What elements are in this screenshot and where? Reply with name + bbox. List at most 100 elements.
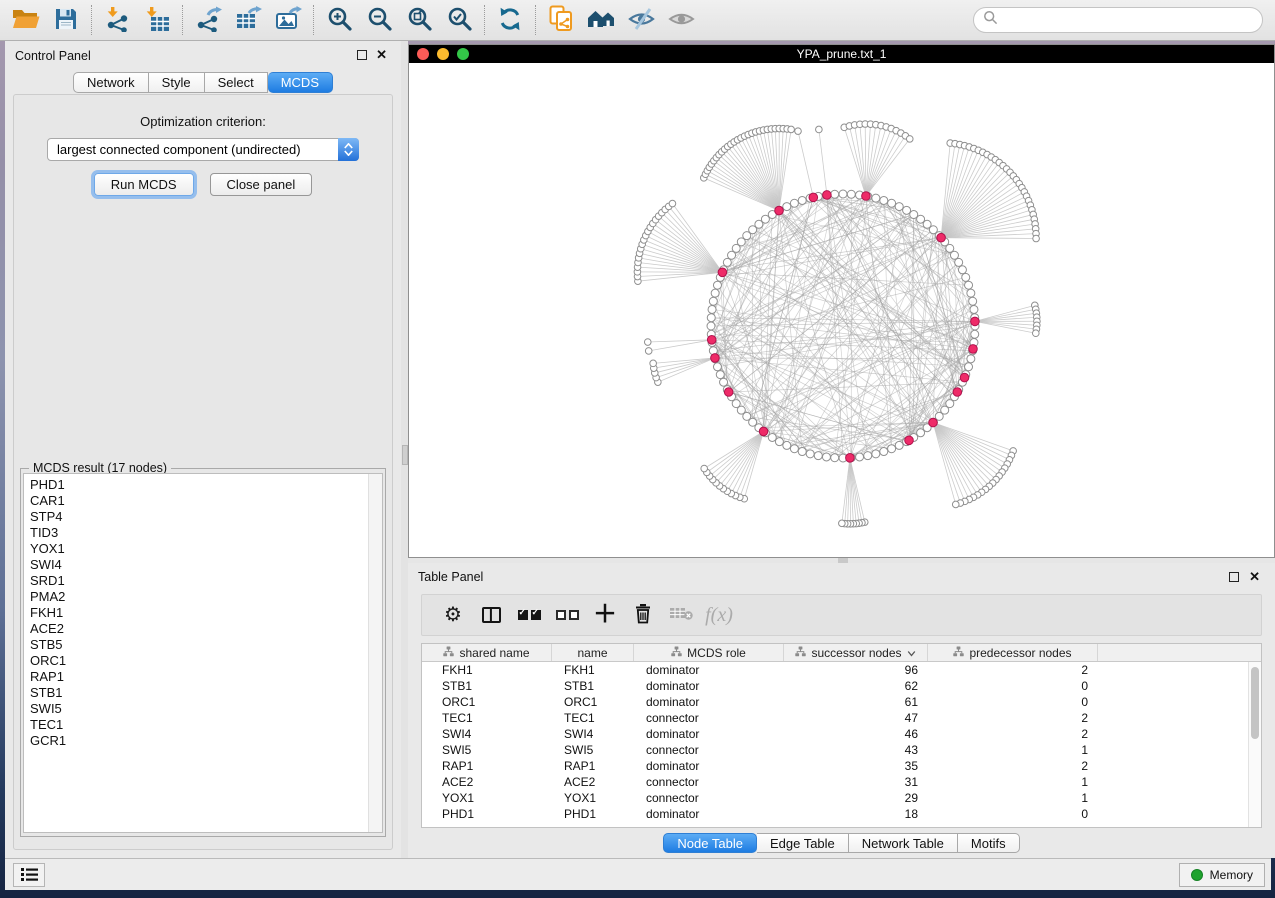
graph-node[interactable] <box>831 454 839 462</box>
result-list-item[interactable]: TID3 <box>24 525 382 541</box>
network-graph[interactable] <box>409 63 1274 557</box>
graph-dominator-node[interactable] <box>707 335 716 344</box>
tab-node-table[interactable]: Node Table <box>663 833 757 853</box>
function-builder-button[interactable]: f(x) <box>700 598 738 632</box>
graph-node[interactable] <box>970 305 978 313</box>
import-table-button[interactable] <box>137 3 177 37</box>
graph-node[interactable] <box>888 199 896 207</box>
zoom-selected-button[interactable] <box>439 3 479 37</box>
graph-dominator-node[interactable] <box>718 268 727 277</box>
network-canvas[interactable] <box>409 63 1274 557</box>
graph-leaf-node[interactable] <box>1033 235 1040 242</box>
graph-node[interactable] <box>958 266 966 274</box>
column-header-name[interactable]: name <box>552 644 634 661</box>
column-header-successor-nodes[interactable]: successor nodes <box>784 644 928 661</box>
graph-node[interactable] <box>969 297 977 305</box>
graph-node[interactable] <box>880 196 888 204</box>
duplicate-network-button[interactable] <box>541 3 581 37</box>
table-row[interactable]: STB1STB1dominator620 <box>422 678 1248 694</box>
graph-node[interactable] <box>856 453 864 461</box>
task-history-button[interactable] <box>13 863 45 887</box>
tab-network[interactable]: Network <box>73 72 149 93</box>
table-row[interactable]: ACE2ACE2connector311 <box>422 774 1248 790</box>
import-network-button[interactable] <box>97 3 137 37</box>
graph-dominator-node[interactable] <box>775 206 784 215</box>
export-table-button[interactable] <box>228 3 268 37</box>
tab-select[interactable]: Select <box>205 72 268 93</box>
table-scrollbar[interactable] <box>1248 662 1261 827</box>
search-input[interactable] <box>1004 13 1253 27</box>
graph-leaf-node[interactable] <box>816 126 823 133</box>
delete-column-button[interactable] <box>624 598 662 632</box>
open-file-button[interactable] <box>6 3 46 37</box>
result-list-item[interactable]: ORC1 <box>24 653 382 669</box>
graph-dominator-node[interactable] <box>937 233 946 242</box>
graph-leaf-node[interactable] <box>669 200 676 207</box>
graph-node[interactable] <box>903 206 911 214</box>
graph-dominator-node[interactable] <box>929 418 938 427</box>
graph-node[interactable] <box>711 289 719 297</box>
graph-node[interactable] <box>708 305 716 313</box>
graph-dominator-node[interactable] <box>809 193 818 202</box>
graph-leaf-node[interactable] <box>701 465 708 472</box>
graph-node[interactable] <box>707 322 715 330</box>
graph-dominator-node[interactable] <box>823 191 832 200</box>
result-list-item[interactable]: SWI5 <box>24 701 382 717</box>
graph-node[interactable] <box>783 441 791 449</box>
splitter-grip[interactable] <box>402 445 408 465</box>
result-list-item[interactable]: TEC1 <box>24 717 382 733</box>
close-panel-button[interactable]: Close panel <box>210 173 313 196</box>
column-header-mcds-role[interactable]: MCDS role <box>634 644 784 661</box>
graph-node[interactable] <box>895 441 903 449</box>
graph-leaf-node[interactable] <box>1032 330 1039 337</box>
criterion-dropdown[interactable]: largest connected component (undirected) <box>47 138 359 161</box>
select-all-columns-button[interactable] <box>510 598 548 632</box>
graph-node[interactable] <box>962 273 970 281</box>
tab-style[interactable]: Style <box>149 72 205 93</box>
graph-node[interactable] <box>798 448 806 456</box>
float-panel-icon[interactable] <box>1229 572 1239 582</box>
graph-leaf-node[interactable] <box>650 360 657 367</box>
vertical-splitter[interactable] <box>401 41 408 858</box>
graph-node[interactable] <box>822 453 830 461</box>
close-panel-icon[interactable]: ✕ <box>1249 572 1260 582</box>
graph-dominator-node[interactable] <box>971 317 980 326</box>
close-panel-icon[interactable]: ✕ <box>376 50 387 60</box>
graph-dominator-node[interactable] <box>953 388 962 397</box>
hide-selected-button[interactable] <box>621 3 661 37</box>
graph-node[interactable] <box>716 371 724 379</box>
graph-node[interactable] <box>950 251 958 259</box>
refresh-view-button[interactable] <box>490 3 530 37</box>
graph-dominator-node[interactable] <box>711 354 720 363</box>
graph-node[interactable] <box>839 190 847 198</box>
graph-node[interactable] <box>713 281 721 289</box>
delete-table-button[interactable] <box>662 598 700 632</box>
graph-node[interactable] <box>895 203 903 211</box>
table-row[interactable]: ORC1ORC1dominator610 <box>422 694 1248 710</box>
export-network-button[interactable] <box>188 3 228 37</box>
result-list-item[interactable]: PHD1 <box>24 477 382 493</box>
graph-node[interactable] <box>967 289 975 297</box>
zoom-out-button[interactable] <box>359 3 399 37</box>
graph-node[interactable] <box>864 452 872 460</box>
result-list-item[interactable]: SWI4 <box>24 557 382 573</box>
search-box[interactable] <box>973 7 1263 33</box>
network-window-titlebar[interactable]: YPA_prune.txt_1 <box>409 45 1274 63</box>
result-list-item[interactable]: YOX1 <box>24 541 382 557</box>
result-list-item[interactable]: RAP1 <box>24 669 382 685</box>
graph-node[interactable] <box>775 438 783 446</box>
show-columns-button[interactable] <box>472 598 510 632</box>
unselect-all-columns-button[interactable] <box>548 598 586 632</box>
graph-node[interactable] <box>806 450 814 458</box>
scrollbar-thumb[interactable] <box>1251 667 1259 739</box>
tab-network-table[interactable]: Network Table <box>849 833 958 853</box>
zoom-in-button[interactable] <box>319 3 359 37</box>
graph-node[interactable] <box>707 314 715 322</box>
graph-leaf-node[interactable] <box>795 128 802 135</box>
graph-dominator-node[interactable] <box>724 388 733 397</box>
column-header-predecessor-nodes[interactable]: predecessor nodes <box>928 644 1098 661</box>
export-image-button[interactable] <box>268 3 308 37</box>
graph-leaf-node[interactable] <box>788 126 795 133</box>
result-list-item[interactable]: CAR1 <box>24 493 382 509</box>
graph-node[interactable] <box>872 450 880 458</box>
